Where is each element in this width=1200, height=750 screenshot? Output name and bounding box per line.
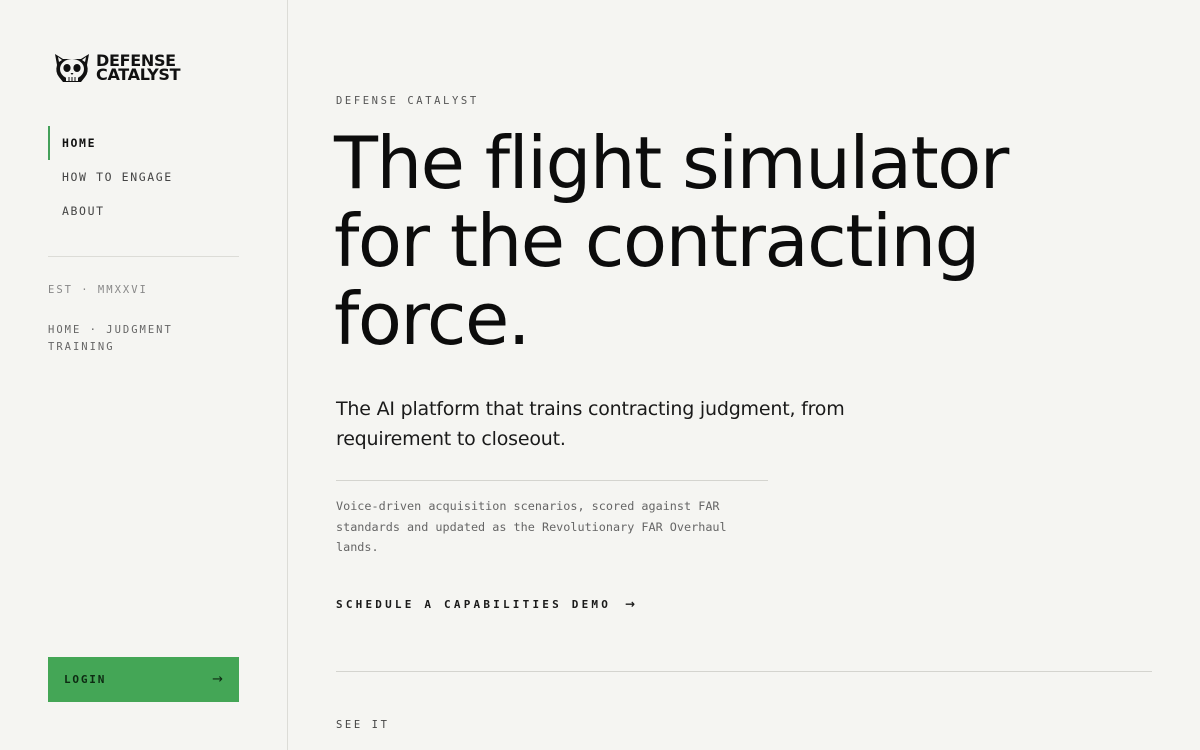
section-divider — [336, 671, 1152, 672]
cat-skull-icon — [55, 54, 89, 82]
hero-headline-line3: force. — [334, 277, 531, 361]
sidebar-divider — [48, 256, 239, 257]
schedule-demo-label: SCHEDULE A CAPABILITIES DEMO — [336, 597, 612, 611]
hero-eyebrow: DEFENSE CATALYST — [336, 95, 479, 107]
arrow-right-icon: → — [625, 597, 636, 611]
hero-lede: The AI platform that trains contracting … — [336, 398, 845, 450]
schedule-demo-link[interactable]: SCHEDULE A CAPABILITIES DEMO → — [336, 597, 635, 611]
login-button[interactable]: LOGIN → — [48, 657, 239, 702]
section-label-see-it: SEE IT — [336, 719, 390, 731]
sidebar: DEFENSE CATALYST HOME HOW TO ENGAGE ABOU… — [0, 0, 288, 750]
sidebar-nav: HOME HOW TO ENGAGE ABOUT — [48, 126, 239, 228]
breadcrumb: HOME · JUDGMENT TRAINING — [48, 324, 173, 353]
nav-item-how-to-engage[interactable]: HOW TO ENGAGE — [48, 160, 239, 194]
established-label: EST · MMXXVI — [48, 284, 148, 296]
brand-wordmark: DEFENSE CATALYST — [96, 53, 181, 84]
arrow-right-icon: → — [212, 672, 223, 687]
nav-item-home[interactable]: HOME — [48, 126, 239, 160]
hero-headline-line2: for the contracting — [334, 199, 980, 283]
main-content: DEFENSE CATALYST The flight simulator fo… — [288, 0, 1200, 750]
brand-logo[interactable]: DEFENSE CATALYST — [52, 50, 181, 86]
brand-wordmark-line2: CATALYST — [96, 65, 181, 84]
hero-body: Voice-driven acquisition scenarios, scor… — [336, 499, 727, 554]
nav-item-about[interactable]: ABOUT — [48, 194, 239, 228]
login-label: LOGIN — [64, 673, 107, 686]
hero-headline-line1: The flight simulator — [334, 121, 1009, 205]
hero-headline: The flight simulator for the contracting… — [334, 124, 1034, 358]
hero-divider — [336, 480, 768, 481]
